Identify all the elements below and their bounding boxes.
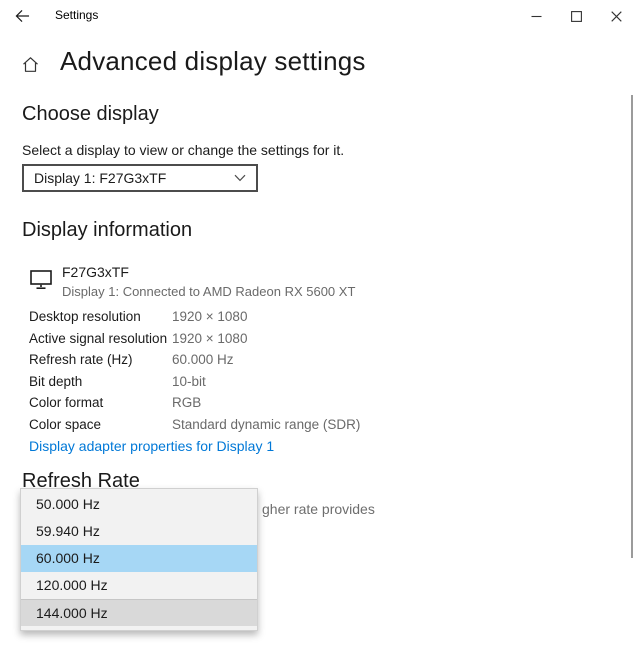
choose-display-description: Select a display to view or change the s… <box>22 142 345 158</box>
property-value: 10-bit <box>172 373 206 389</box>
settings-window: Settings Advanced display settings Choos… <box>0 0 636 648</box>
display-select-value: Display 1: F27G3xTF <box>34 170 167 186</box>
refresh-rate-dropdown: 50.000 Hz 59.940 Hz 60.000 Hz 120.000 Hz… <box>20 488 258 631</box>
close-button[interactable] <box>596 0 636 32</box>
maximize-icon <box>570 10 582 22</box>
choose-display-heading: Choose display <box>22 103 159 125</box>
minimize-icon <box>531 11 542 22</box>
property-label: Bit depth <box>29 373 83 389</box>
monitor-connection: Display 1: Connected to AMD Radeon RX 56… <box>62 284 356 299</box>
table-row: Bit depth 10-bit <box>29 371 449 393</box>
table-row: Desktop resolution 1920 × 1080 <box>29 306 449 328</box>
display-information-heading: Display information <box>22 219 193 241</box>
dropdown-option[interactable]: 120.000 Hz <box>21 572 257 599</box>
dropdown-option[interactable]: 144.000 Hz <box>21 599 257 626</box>
titlebar: Settings <box>0 0 636 32</box>
page-header: Advanced display settings <box>22 46 366 77</box>
page-title: Advanced display settings <box>60 46 366 76</box>
window-title: Settings <box>55 8 99 22</box>
display-adapter-properties-link[interactable]: Display adapter properties for Display 1 <box>29 438 274 454</box>
dropdown-option[interactable]: 59.940 Hz <box>21 518 257 545</box>
close-icon <box>610 10 622 22</box>
property-value: 1920 × 1080 <box>172 330 248 346</box>
monitor-icon <box>30 270 52 290</box>
table-row: Color space Standard dynamic range (SDR) <box>29 414 449 436</box>
dropdown-option[interactable]: 60.000 Hz <box>21 545 257 572</box>
property-label: Color format <box>29 395 104 411</box>
refresh-rate-description-fragment: gher rate provides <box>262 501 375 517</box>
property-value: Standard dynamic range (SDR) <box>172 416 361 432</box>
chevron-down-icon <box>234 174 246 182</box>
monitor-text: F27G3xTF Display 1: Connected to AMD Rad… <box>62 264 355 299</box>
back-arrow-icon <box>15 9 30 23</box>
scrollbar-thumb[interactable] <box>631 95 633 558</box>
monitor-summary: F27G3xTF Display 1: Connected to AMD Rad… <box>30 264 355 299</box>
property-value: 60.000 Hz <box>172 352 234 368</box>
table-row: Color format RGB <box>29 392 449 414</box>
property-value: RGB <box>172 395 202 411</box>
table-row: Active signal resolution 1920 × 1080 <box>29 328 449 350</box>
property-label: Desktop resolution <box>29 309 141 325</box>
table-row: Refresh rate (Hz) 60.000 Hz <box>29 349 449 371</box>
property-value: 1920 × 1080 <box>172 309 248 325</box>
property-label: Refresh rate (Hz) <box>29 352 133 368</box>
display-select[interactable]: Display 1: F27G3xTF <box>22 164 258 192</box>
back-button[interactable] <box>0 0 44 32</box>
scrollbar[interactable] <box>628 90 636 648</box>
maximize-button[interactable] <box>556 0 596 32</box>
display-properties-table: Desktop resolution 1920 × 1080 Active si… <box>29 306 449 435</box>
caption-controls <box>516 0 636 32</box>
property-label: Color space <box>29 416 102 432</box>
minimize-button[interactable] <box>516 0 556 32</box>
dropdown-option[interactable]: 50.000 Hz <box>21 491 257 518</box>
property-label: Active signal resolution <box>29 330 168 346</box>
monitor-name: F27G3xTF <box>62 264 129 280</box>
home-icon <box>22 56 39 73</box>
